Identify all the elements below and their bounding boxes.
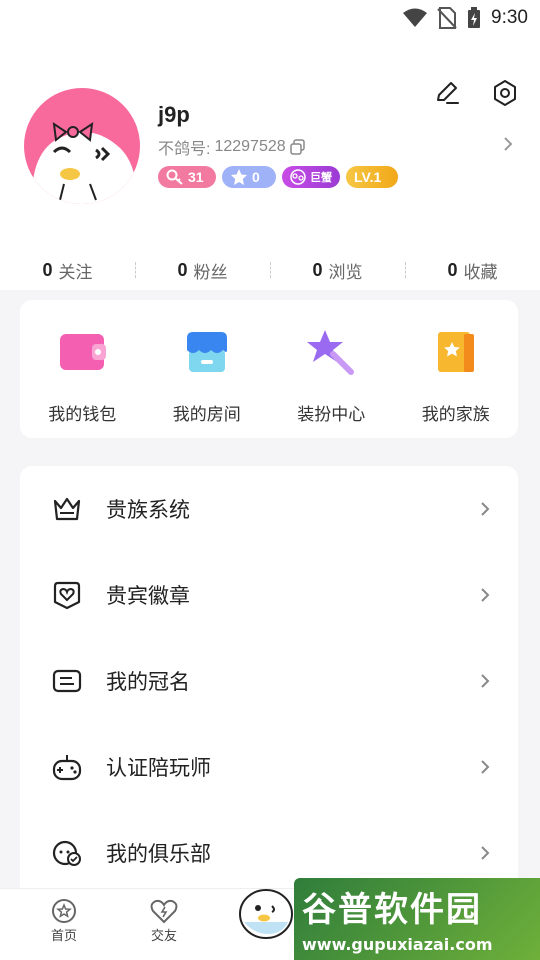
certified-companion-label: 认证陪玩师 bbox=[106, 757, 211, 780]
menu-item-certified-companion[interactable]: 认证陪玩师 bbox=[20, 724, 518, 810]
room-icon bbox=[181, 326, 233, 378]
star-badge[interactable]: 0 bbox=[222, 166, 276, 188]
views-count: 0 bbox=[312, 259, 323, 280]
gamepad-icon bbox=[52, 752, 82, 782]
cancer-zodiac-icon bbox=[290, 169, 306, 185]
views-label: 浏览 bbox=[328, 262, 363, 282]
profile-chevron-icon[interactable] bbox=[500, 136, 516, 152]
fans-label: 粉丝 bbox=[193, 262, 228, 282]
chevron-right-icon bbox=[481, 588, 490, 602]
heart-icon bbox=[150, 897, 178, 925]
quick-wallet[interactable]: 我的钱包 bbox=[20, 300, 145, 438]
no-sim-icon bbox=[437, 7, 457, 29]
vip-badge-label: 贵宾徽章 bbox=[106, 585, 190, 608]
menu-card: 贵族系统 贵宾徽章 我的冠名 认证陪玩师 我的俱乐部 bbox=[20, 466, 518, 906]
copy-icon[interactable] bbox=[289, 139, 306, 155]
zodiac-badge[interactable]: 巨蟹 bbox=[282, 166, 340, 188]
user-info[interactable]: j9p 不鸽号: 12297528 31 0 巨蟹 LV.1 bbox=[158, 102, 488, 188]
favorites-label: 收藏 bbox=[463, 262, 498, 282]
crown-icon bbox=[52, 494, 82, 524]
nav-home[interactable]: 首页 bbox=[34, 897, 94, 944]
wallet-label: 我的钱包 bbox=[48, 405, 117, 424]
username: j9p bbox=[158, 102, 190, 127]
family-label: 我的家族 bbox=[421, 405, 490, 424]
noble-system-label: 贵族系统 bbox=[106, 499, 190, 522]
quick-actions-card: 我的钱包 我的房间 装扮中心 我的家族 bbox=[20, 300, 518, 438]
club-icon bbox=[52, 838, 82, 868]
chevron-right-icon bbox=[481, 846, 490, 860]
following-count: 0 bbox=[42, 259, 53, 280]
nav-home-label: 首页 bbox=[50, 928, 77, 943]
watermark-title: 谷普软件园 bbox=[302, 890, 482, 930]
fans-level-badge[interactable]: 31 bbox=[158, 166, 216, 188]
following-label: 关注 bbox=[58, 262, 93, 282]
quick-room[interactable]: 我的房间 bbox=[145, 300, 270, 438]
menu-item-my-title[interactable]: 我的冠名 bbox=[20, 638, 518, 724]
favorites-count: 0 bbox=[447, 259, 458, 280]
clock: 9:30 bbox=[491, 7, 528, 28]
chevron-right-icon bbox=[481, 674, 490, 688]
settings-button[interactable] bbox=[490, 78, 520, 108]
menu-item-noble-system[interactable]: 贵族系统 bbox=[20, 466, 518, 552]
menu-item-vip-badge[interactable]: 贵宾徽章 bbox=[20, 552, 518, 638]
status-icons: 9:30 bbox=[403, 6, 528, 30]
my-club-label: 我的俱乐部 bbox=[106, 843, 211, 866]
battery-charging-icon bbox=[468, 7, 481, 28]
title-card-icon bbox=[52, 666, 82, 696]
fans-level-value: 31 bbox=[188, 169, 204, 185]
level-value: LV.1 bbox=[354, 169, 382, 185]
zodiac-value: 巨蟹 bbox=[310, 172, 332, 184]
nav-social-label: 交友 bbox=[150, 928, 177, 943]
uid-value: 12297528 bbox=[214, 138, 286, 155]
room-label: 我的房间 bbox=[172, 405, 241, 424]
home-icon bbox=[50, 897, 78, 925]
uid-row: 不鸽号: 12297528 bbox=[158, 136, 488, 158]
wifi-icon bbox=[403, 8, 428, 27]
stat-fans[interactable]: 0 粉丝 bbox=[135, 250, 270, 290]
watermark-url: www.gupuxiazai.com bbox=[302, 935, 493, 954]
wallet-icon bbox=[56, 326, 108, 378]
badge-row: 31 0 巨蟹 LV.1 bbox=[158, 166, 488, 188]
avatar[interactable] bbox=[24, 88, 140, 204]
key-icon bbox=[166, 169, 183, 185]
my-title-label: 我的冠名 bbox=[106, 671, 190, 694]
stat-favorites[interactable]: 0 收藏 bbox=[405, 250, 540, 290]
stats-row: 0 关注 0 粉丝 0 浏览 0 收藏 bbox=[0, 250, 540, 290]
star-value: 0 bbox=[252, 169, 260, 185]
uid-label: 不鸽号: bbox=[158, 141, 211, 158]
dressup-label: 装扮中心 bbox=[297, 405, 366, 424]
quick-dressup[interactable]: 装扮中心 bbox=[269, 300, 394, 438]
chevron-right-icon bbox=[481, 760, 490, 774]
star-icon bbox=[231, 169, 247, 185]
stat-views[interactable]: 0 浏览 bbox=[270, 250, 405, 290]
level-badge[interactable]: LV.1 bbox=[346, 166, 398, 188]
mascot-chick-icon[interactable] bbox=[234, 878, 298, 942]
badge-heart-icon bbox=[52, 580, 82, 610]
wand-icon bbox=[305, 326, 357, 378]
nav-social[interactable]: 交友 bbox=[134, 897, 194, 944]
chick-avatar-icon bbox=[31, 121, 136, 204]
watermark-logo: 谷普软件园 www.gupuxiazai.com bbox=[294, 878, 540, 960]
quick-family[interactable]: 我的家族 bbox=[394, 300, 519, 438]
fans-count: 0 bbox=[177, 259, 188, 280]
family-book-icon bbox=[430, 326, 482, 378]
chevron-right-icon bbox=[481, 502, 490, 516]
gear-icon bbox=[494, 80, 516, 106]
stat-following[interactable]: 0 关注 bbox=[0, 250, 135, 290]
status-bar: 9:30 bbox=[0, 0, 540, 36]
